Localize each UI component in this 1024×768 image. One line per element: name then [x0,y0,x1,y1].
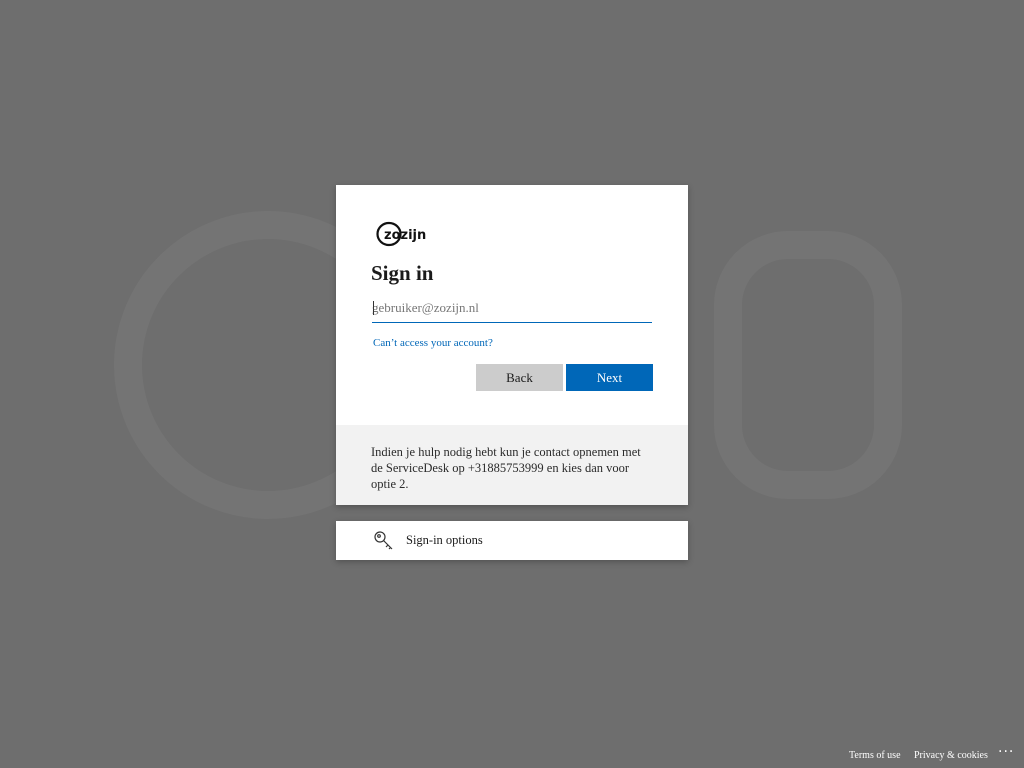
zozijn-logo: zozijn [376,221,426,247]
cant-access-account-link[interactable]: Can’t access your account? [373,337,493,349]
terms-of-use-link[interactable]: Terms of use [849,750,901,761]
more-options-icon[interactable]: ··· [998,744,1018,764]
sign-in-card: zozijn Sign in Can’t access your account… [336,185,688,505]
back-button[interactable]: Back [476,364,563,391]
privacy-cookies-link[interactable]: Privacy & cookies [914,750,988,761]
key-icon [374,531,393,550]
text-caret [373,301,374,315]
servicedesk-info-text: Indien je hulp nodig hebt kun je contact… [371,445,641,491]
sign-in-form: zozijn Sign in Can’t access your account… [336,185,688,425]
sign-in-options-button[interactable]: Sign-in options [336,521,688,560]
email-field-wrapper [372,295,652,323]
sign-in-options-label: Sign-in options [406,533,483,547]
email-field[interactable] [372,295,652,321]
next-button[interactable]: Next [566,364,653,391]
page-title: Sign in [371,261,434,285]
info-panel: Indien je hulp nodig hebt kun je contact… [336,425,688,505]
logo-text: zozijn [384,228,426,243]
